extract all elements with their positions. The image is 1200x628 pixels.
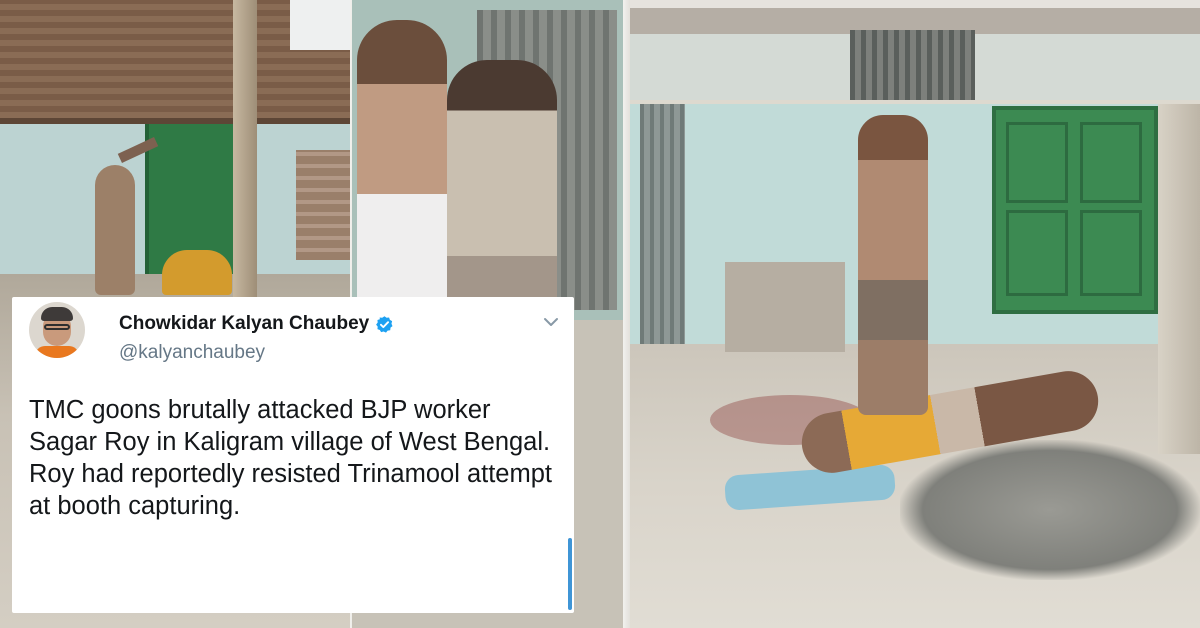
tweet-text: TMC goons brutally attacked BJP worker S… xyxy=(29,396,552,520)
display-name-text: Chowkidar Kalyan Chaubey xyxy=(119,313,370,334)
tweet-card[interactable]: Chowkidar Kalyan Chaubey @kalyanchaubey … xyxy=(12,297,574,613)
attacker-figure xyxy=(95,165,135,295)
victim-figure xyxy=(162,250,232,295)
collage: Chowkidar Kalyan Chaubey @kalyanchaubey … xyxy=(0,0,1200,628)
user-handle[interactable]: @kalyanchaubey xyxy=(119,342,265,364)
mud-pile xyxy=(900,440,1200,580)
concrete-block xyxy=(725,262,845,352)
metal-gate xyxy=(850,30,975,100)
display-name[interactable]: Chowkidar Kalyan Chaubey xyxy=(119,313,394,335)
metal-gate xyxy=(640,104,685,344)
right-photo xyxy=(630,0,1200,628)
scrollbar-thumb[interactable] xyxy=(568,538,572,610)
avatar[interactable] xyxy=(29,302,85,358)
chevron-down-icon xyxy=(544,318,558,326)
wooden-pole xyxy=(233,0,257,300)
verified-badge-icon xyxy=(376,315,393,333)
attacker-figure xyxy=(858,115,928,415)
green-door xyxy=(992,106,1158,314)
more-options-button[interactable] xyxy=(540,311,562,333)
man-figure xyxy=(357,20,447,310)
brick-stack xyxy=(296,150,352,260)
pillar xyxy=(1158,104,1200,454)
